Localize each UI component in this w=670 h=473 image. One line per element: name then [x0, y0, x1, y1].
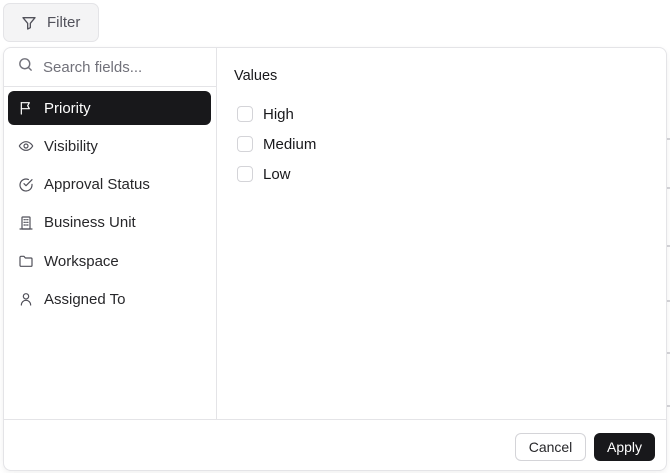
- filter-button[interactable]: Filter: [3, 3, 99, 42]
- flag-icon: [18, 100, 34, 116]
- funnel-icon: [21, 15, 37, 31]
- field-sidebar: Priority Visibility Approval Status: [4, 48, 217, 419]
- value-option-medium[interactable]: Medium: [237, 129, 316, 159]
- field-item-workspace[interactable]: Workspace: [8, 244, 211, 278]
- field-item-assigned-to[interactable]: Assigned To: [8, 282, 211, 316]
- field-item-label: Priority: [44, 99, 91, 117]
- folder-icon: [18, 253, 34, 269]
- checkbox[interactable]: [237, 136, 253, 152]
- field-item-label: Workspace: [44, 252, 119, 270]
- search-input[interactable]: [43, 58, 193, 76]
- field-item-visibility[interactable]: Visibility: [8, 129, 211, 163]
- checkbox[interactable]: [237, 106, 253, 122]
- cancel-button[interactable]: Cancel: [515, 433, 586, 461]
- field-item-priority[interactable]: Priority: [8, 91, 211, 125]
- eye-icon: [18, 138, 34, 154]
- checkbox[interactable]: [237, 166, 253, 182]
- field-item-business-unit[interactable]: Business Unit: [8, 206, 211, 240]
- popover-footer: Cancel Apply: [4, 419, 666, 470]
- field-list: Priority Visibility Approval Status Busi…: [8, 91, 211, 321]
- value-option-label: Low: [263, 165, 291, 183]
- filter-popover: Priority Visibility Approval Status: [3, 47, 667, 471]
- filter-button-label: Filter: [47, 14, 81, 31]
- field-item-label: Business Unit: [44, 214, 136, 232]
- check-circle-icon: [18, 177, 34, 193]
- user-icon: [18, 291, 34, 307]
- building-icon: [18, 215, 34, 231]
- field-item-approval-status[interactable]: Approval Status: [8, 168, 211, 202]
- values-panel: Values High Medium Low: [234, 68, 316, 189]
- value-option-low[interactable]: Low: [237, 159, 316, 189]
- field-item-label: Assigned To: [44, 290, 126, 308]
- apply-button[interactable]: Apply: [594, 433, 655, 461]
- value-option-label: Medium: [263, 135, 317, 153]
- field-item-label: Visibility: [44, 137, 98, 155]
- value-option-high[interactable]: High: [237, 99, 316, 129]
- search-icon: [17, 56, 34, 78]
- field-item-label: Approval Status: [44, 176, 150, 194]
- search-bar: [4, 48, 216, 87]
- values-title: Values: [234, 68, 278, 84]
- value-option-label: High: [263, 105, 294, 123]
